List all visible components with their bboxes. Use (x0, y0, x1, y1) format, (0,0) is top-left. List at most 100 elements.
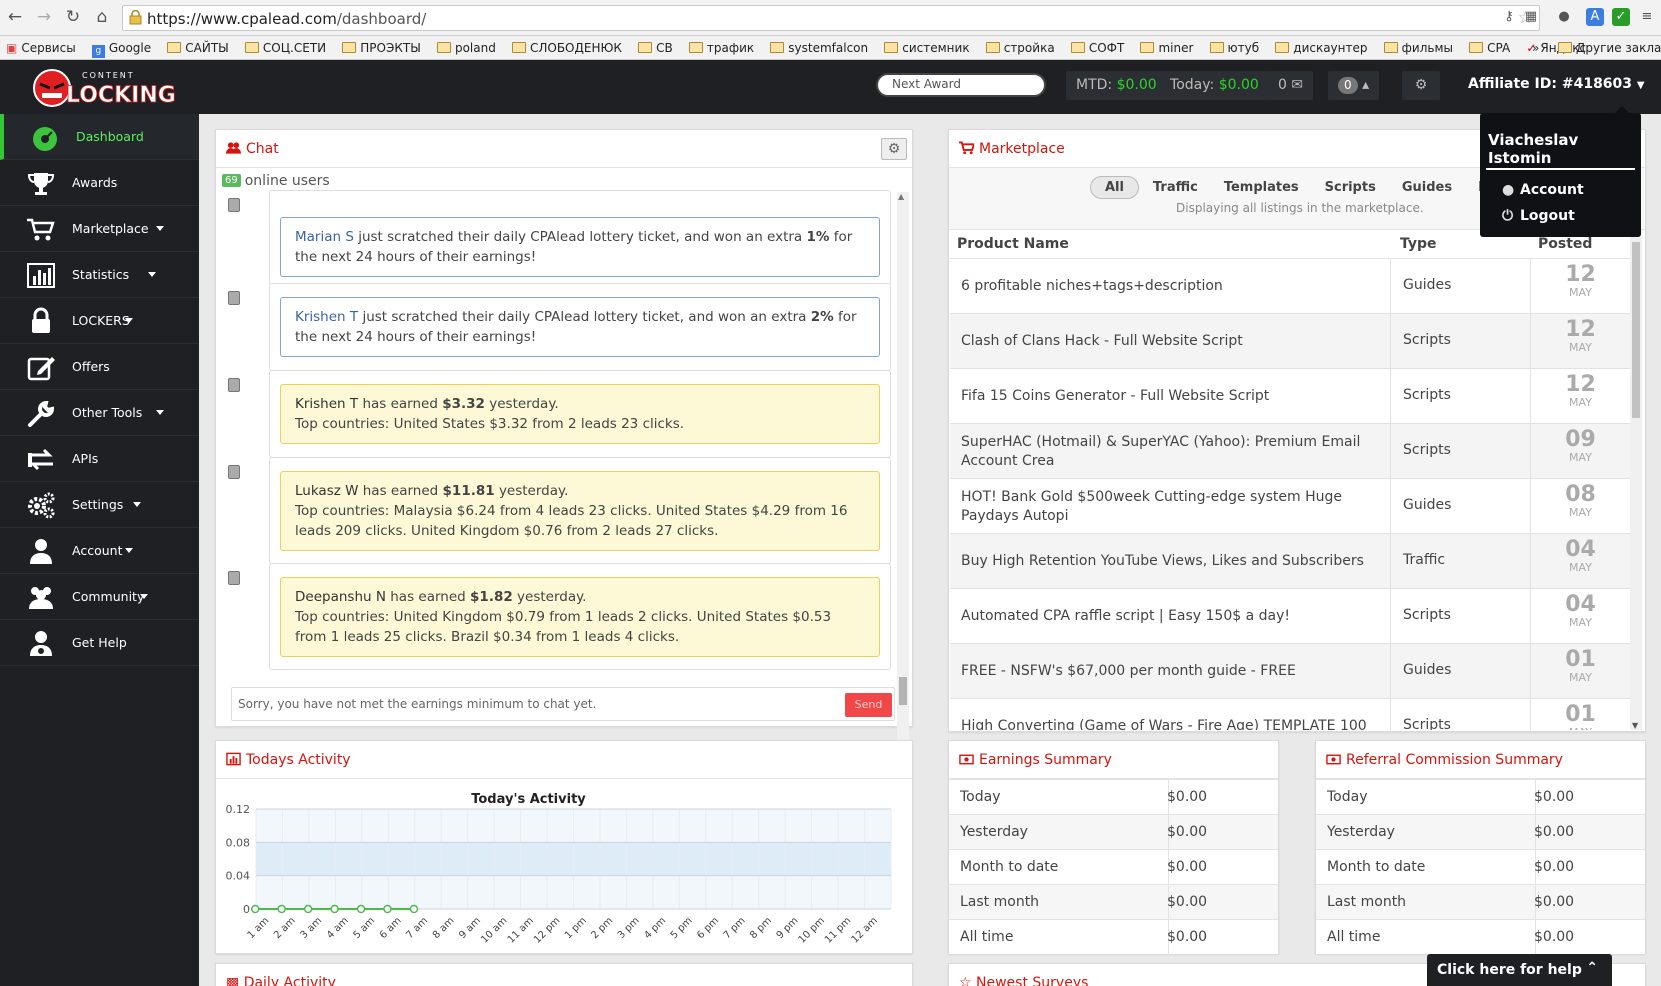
marketplace-scrollbar[interactable]: ▼ (1630, 230, 1642, 730)
back-icon[interactable]: ← (4, 6, 26, 28)
scroll-up-icon[interactable]: ▲ (898, 192, 904, 201)
menu-icon[interactable]: ≡ (1638, 8, 1656, 26)
drag-handle-icon[interactable] (228, 291, 240, 305)
data-point[interactable] (250, 904, 260, 914)
envelope-icon: ✉ (1291, 77, 1304, 93)
sidebar-item-lockers[interactable]: LOCKERS (0, 298, 199, 344)
data-point[interactable] (303, 904, 313, 914)
col-product-name[interactable]: Product Name (957, 236, 1069, 252)
send-button[interactable]: Send (845, 693, 892, 717)
key-icon[interactable]: ⚷ (1500, 8, 1518, 26)
help-button[interactable]: Click here for help ⌃ (1427, 954, 1612, 986)
summary-row: Month to date $0.00 (949, 849, 1278, 885)
scroll-thumb[interactable] (899, 677, 907, 705)
summary-row: Today $0.00 (949, 779, 1278, 815)
data-point[interactable] (330, 904, 339, 914)
chat-username[interactable]: Krishen T (295, 309, 358, 325)
folder-icon (688, 42, 703, 53)
sidebar-item-account[interactable]: Account (0, 528, 199, 574)
tab-scripts[interactable]: Scripts (1325, 177, 1376, 198)
translate-icon[interactable]: A (1586, 8, 1604, 26)
sidebar-item-awards[interactable]: Awards (0, 160, 199, 206)
bookmarks-overflow[interactable]: » (1532, 36, 1539, 59)
drag-handle-icon[interactable] (228, 378, 240, 392)
chat-username[interactable]: Deepanshu N (295, 589, 386, 605)
settings-button[interactable]: ⚙ (1402, 71, 1440, 100)
forward-icon[interactable]: → (33, 6, 55, 28)
other-bookmarks[interactable]: Другие заклад (1558, 36, 1661, 59)
drag-handle-icon[interactable] (228, 465, 240, 479)
drag-handle-icon[interactable] (228, 198, 240, 212)
sidebar-item-community[interactable]: Community (0, 574, 199, 620)
bookmark-folder[interactable]: CPA (1469, 36, 1510, 59)
affiliate-id-dropdown[interactable]: Affiliate ID: #418603 ▼ (1468, 76, 1645, 92)
sidebar-item-offers[interactable]: Offers (0, 344, 199, 390)
chat-input[interactable]: Sorry, you have not met the earnings min… (231, 687, 895, 721)
logout-link[interactable]: ⏻ Logout (1502, 208, 1575, 224)
bookmark-apps[interactable]: ▣ Сервисы (6, 36, 76, 59)
account-link[interactable]: ● Account (1502, 182, 1584, 198)
bookmark-folder[interactable]: трафик (688, 36, 754, 59)
adblock-icon[interactable]: ✓ (1612, 8, 1630, 26)
summary-value: $0.00 (1167, 859, 1208, 875)
tab-templates[interactable]: Templates (1224, 177, 1299, 198)
user-name: Viacheslav Istomin (1488, 131, 1579, 167)
sidebar-item-dashboard[interactable]: Dashboard (0, 114, 199, 160)
sidebar-item-settings[interactable]: Settings (0, 482, 199, 528)
tab-all[interactable]: All (1090, 176, 1139, 199)
sidebar-item-statistics[interactable]: Statistics (0, 252, 199, 298)
chat-message-body: Krishen T has earned $3.32 yesterday. Top… (280, 384, 880, 444)
chat-username[interactable]: Marian S (295, 229, 354, 245)
apps-icon: ▣ (6, 41, 18, 55)
data-point[interactable] (277, 904, 286, 914)
bookmark-folder[interactable]: systemfalcon (770, 36, 868, 59)
col-type[interactable]: Type (1400, 236, 1437, 252)
bookmark-folder[interactable]: СВ (638, 36, 673, 59)
reload-icon[interactable]: ↻ (62, 6, 84, 28)
home-icon[interactable]: ⌂ (91, 6, 113, 28)
earnings-summary-table: Today $0.00 Yesterday $0.00 Month to date $0.… (949, 779, 1278, 955)
bookmark-google[interactable]: g Google (91, 36, 151, 59)
address-bar[interactable]: https://www.cpalead.com/dashboard/ ☆ (122, 5, 1540, 31)
bookmark-folder[interactable]: СОЦ.СЕТИ (244, 36, 326, 59)
sidebar-item-marketplace[interactable]: Marketplace (0, 206, 199, 252)
messages-button[interactable]: 0 ✉ (1268, 71, 1314, 100)
scroll-down-icon[interactable]: ▼ (1632, 721, 1638, 730)
sidebar-item-apis[interactable]: APIs (0, 436, 199, 482)
bookmark-folder[interactable]: miner (1140, 36, 1193, 59)
chat-username[interactable]: Lukasz W (295, 483, 358, 499)
bookmark-folder[interactable]: poland (436, 36, 496, 59)
next-award-progress[interactable]: Next Award (876, 73, 1046, 97)
sidebar-item-get-help[interactable]: Get Help (0, 620, 199, 666)
data-point[interactable] (356, 904, 366, 914)
chat-username[interactable]: Krishen T (295, 396, 358, 412)
dropdown-arrow (1615, 106, 1629, 113)
chat-message-body: Deepanshu N has earned $1.82 yesterday. T… (280, 577, 880, 657)
drag-handle-icon[interactable] (228, 571, 240, 585)
bookmark-folder[interactable]: фильмы (1383, 36, 1453, 59)
bookmark-folder[interactable]: системник (884, 36, 970, 59)
alerts-button[interactable]: 0 ▴ (1328, 71, 1380, 100)
summary-row: Yesterday $0.00 (1316, 814, 1645, 850)
bookmark-folder[interactable]: СЛОБОДЕНЮК (511, 36, 622, 59)
chat-scrollbar[interactable]: ▲ ▼ (897, 192, 909, 807)
bookmark-folder[interactable]: ПРОЭКТЫ (342, 36, 421, 59)
bookmark-folder[interactable]: ютуб (1209, 36, 1259, 59)
col-posted[interactable]: Posted (1538, 236, 1592, 252)
scroll-thumb[interactable] (1632, 242, 1640, 418)
content-locking-logo[interactable]: CONTENT LOCKING (30, 64, 175, 110)
extension-icon[interactable]: ▦ (1522, 8, 1540, 26)
globe-icon[interactable]: ● (1555, 8, 1573, 26)
bookmark-folder[interactable]: СОФТ (1070, 36, 1124, 59)
chat-settings-button[interactable]: ⚙ (881, 138, 907, 160)
today-label: Today: (1170, 77, 1215, 93)
tab-traffic[interactable]: Traffic (1153, 177, 1198, 198)
data-point[interactable] (409, 904, 419, 914)
bookmark-folder[interactable]: САЙТЫ (167, 36, 229, 59)
data-point[interactable] (383, 904, 392, 914)
bookmark-folder[interactable]: дискаунтер (1275, 36, 1368, 59)
tab-guides[interactable]: Guides (1402, 177, 1452, 198)
sidebar-item-other-tools[interactable]: Other Tools (0, 390, 199, 436)
bookmark-folder[interactable]: стройка (985, 36, 1055, 59)
folder-icon (1140, 42, 1155, 53)
